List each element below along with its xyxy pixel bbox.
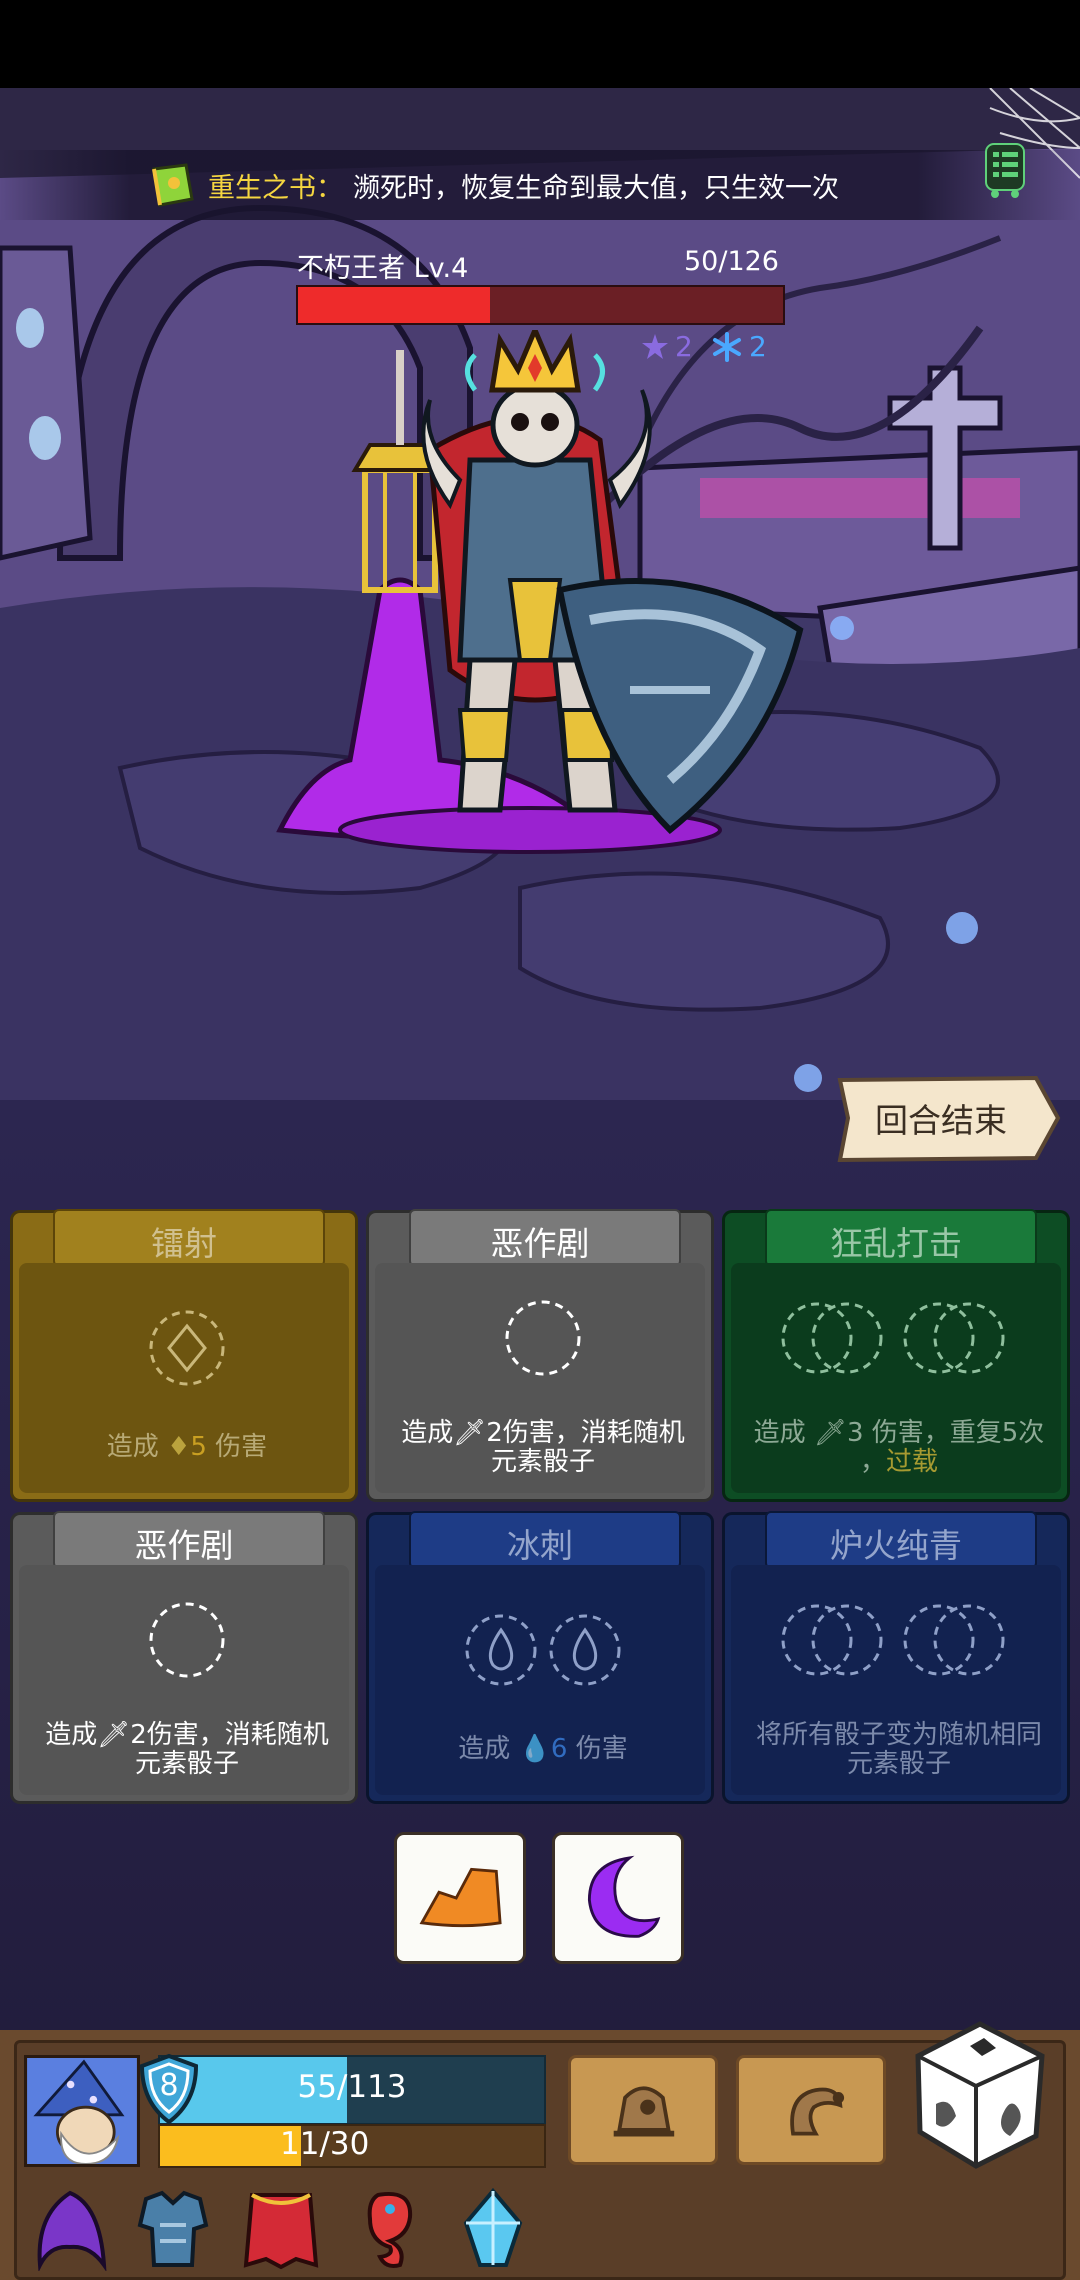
menu-list-icon[interactable]	[980, 140, 1030, 200]
card-description: 造成🗡2伤害，消耗随机 元素骰子	[401, 1418, 685, 1477]
card-title: 炉火纯青	[830, 1526, 962, 1565]
cape-icon[interactable]	[240, 2185, 322, 2271]
reroll-dice-button[interactable]	[910, 2020, 1050, 2170]
end-turn-label: 回合结束	[875, 1101, 1007, 1140]
dice-slot[interactable]	[725, 1595, 1073, 1705]
hood-icon[interactable]	[30, 2185, 112, 2271]
card-description: 造成 ♦5 伤害	[106, 1432, 268, 1462]
boss-hp-bar	[296, 285, 785, 325]
crystal-icon[interactable]	[452, 2185, 534, 2271]
card-title: 冰刺	[507, 1526, 573, 1565]
dice-slot[interactable]	[13, 1595, 361, 1705]
player-xp-text: 11/30	[280, 2126, 370, 2162]
card-prank[interactable]: 恶作剧 造成🗡2伤害，消耗随机 元素骰子	[366, 1209, 717, 1502]
card-description: 造成 🗡3 伤害，重复5次 ，过载	[753, 1418, 1045, 1477]
fire-die-icon	[419, 1867, 502, 1928]
card-description: 将所有骰子变为随机相同 元素骰子	[755, 1720, 1042, 1779]
card-frenzy-strike[interactable]: 狂乱打击 造成 🗡3 伤害，重复5次 ，过载	[722, 1209, 1073, 1502]
sword-icon: 🗡	[97, 1720, 131, 1750]
dice-slot[interactable]	[13, 1293, 361, 1403]
game-screen: { "relic": { "name": "重生之书：", "descripti…	[0, 0, 1080, 2280]
shield-value: 8	[159, 2068, 179, 2103]
dice-slot[interactable]	[369, 1595, 717, 1705]
player-hp-text: 55/113	[297, 2069, 407, 2105]
wizard-avatar[interactable]	[24, 2055, 140, 2167]
card-description: 造成 💧6 伤害	[458, 1734, 628, 1764]
card-title: 恶作剧	[134, 1526, 234, 1565]
card-description: 造成🗡2伤害，消耗随机 元素骰子	[45, 1720, 329, 1779]
boss-hp-text: 50/126	[684, 246, 779, 277]
water-drop-icon: 💧	[518, 1734, 551, 1764]
magic-gem-icon: ♦	[167, 1432, 191, 1462]
die-fire[interactable]	[394, 1832, 526, 1964]
relic-description: 濒死时，恢复生命到最大值，只生效一次	[353, 173, 839, 204]
card-perfected[interactable]: 炉火纯青 将所有骰子变为随机相同 元素骰子	[722, 1511, 1073, 1804]
card-title: 恶作剧	[490, 1224, 590, 1263]
dice-slot[interactable]	[725, 1293, 1073, 1403]
bell-icon	[613, 2086, 675, 2137]
card-laser[interactable]: 镭射 造成 ♦5 伤害	[10, 1209, 361, 1502]
seahorse-icon[interactable]	[350, 2185, 432, 2271]
boss-hp-fill	[298, 287, 491, 323]
relic-name: 重生之书：	[208, 173, 343, 204]
book-icon[interactable]	[148, 163, 194, 207]
boss-name: 不朽王者 Lv.4	[297, 253, 469, 284]
card-prank[interactable]: 恶作剧 造成🗡2伤害，消耗随机 元素骰子	[10, 1511, 361, 1804]
sword-icon: 🗡	[453, 1418, 487, 1448]
skill-button-horn[interactable]	[736, 2055, 886, 2165]
dice-slot[interactable]	[369, 1293, 717, 1403]
die-moon[interactable]	[552, 1832, 684, 1964]
undead-king-boss[interactable]	[270, 330, 810, 860]
moon-die-icon	[587, 1855, 661, 1938]
sword-icon: 🗡	[813, 1418, 847, 1448]
card-title: 镭射	[151, 1224, 217, 1263]
armor-icon[interactable]	[132, 2185, 214, 2271]
skill-button-bell[interactable]	[568, 2055, 718, 2165]
horn-icon	[790, 2087, 845, 2136]
card-title: 狂乱打击	[830, 1224, 962, 1263]
card-ice-spike[interactable]: 冰刺 造成 💧6 伤害	[366, 1511, 717, 1804]
status-bar	[0, 0, 1080, 88]
